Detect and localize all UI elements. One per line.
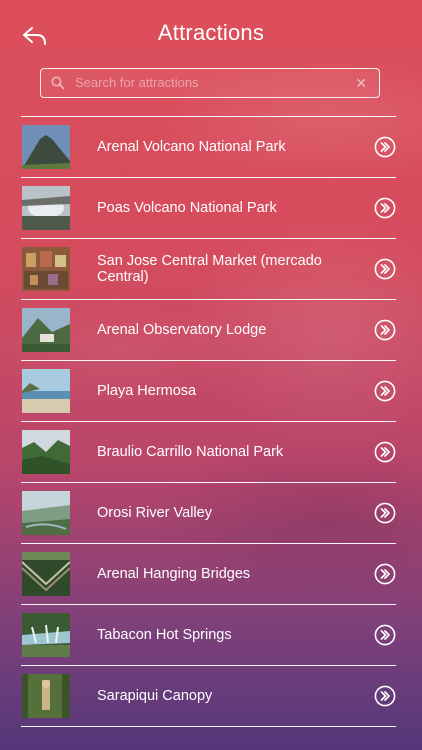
double-chevron-icon [374,563,396,585]
chevron-right-icon[interactable] [374,136,396,158]
list-item[interactable]: Orosi River Valley [0,482,422,543]
list-item[interactable]: San Jose Central Market (mercado Central… [0,238,422,299]
thumbnail-image [22,308,70,352]
list-item[interactable]: Arenal Volcano National Park [0,116,422,177]
attraction-thumbnail [22,613,70,657]
attraction-name: Braulio Carrillo National Park [97,443,284,460]
thumbnail-image [22,247,70,291]
search-input[interactable] [75,69,345,96]
double-chevron-icon [374,624,396,646]
header: Attractions [0,0,422,64]
search-bar[interactable]: ✕ [40,68,380,98]
chevron-right-icon[interactable] [374,197,396,219]
double-chevron-icon [374,319,396,341]
double-chevron-icon [374,258,396,280]
attraction-thumbnail [22,369,70,413]
attraction-thumbnail [22,674,70,718]
attraction-name: San Jose Central Market (mercado Central… [97,252,322,285]
thumbnail-image [22,491,70,535]
list-item[interactable]: Poas Volcano National Park [0,177,422,238]
divider [21,726,396,727]
double-chevron-icon [374,136,396,158]
chevron-right-icon[interactable] [374,685,396,707]
chevron-right-icon[interactable] [374,380,396,402]
attraction-name: Orosi River Valley [97,504,212,521]
thumbnail-image [22,186,70,230]
attraction-name: Tabacon Hot Springs [97,626,232,643]
double-chevron-icon [374,380,396,402]
search-icon [51,76,65,90]
attraction-thumbnail [22,125,70,169]
list-item[interactable]: Arenal Hanging Bridges [0,543,422,604]
attraction-name: Sarapiqui Canopy [97,687,213,704]
attraction-thumbnail [22,552,70,596]
chevron-right-icon[interactable] [374,319,396,341]
chevron-right-icon[interactable] [374,624,396,646]
thumbnail-image [22,552,70,596]
attraction-name: Arenal Observatory Lodge [97,321,267,338]
page-title: Attractions [157,20,265,45]
list-item[interactable]: Sarapiqui Canopy [0,665,422,726]
attraction-thumbnail [22,491,70,535]
thumbnail-image [22,430,70,474]
list-item[interactable]: Arenal Observatory Lodge [0,299,422,360]
list-item[interactable]: Tabacon Hot Springs [0,604,422,665]
thumbnail-image [22,674,70,718]
chevron-right-icon[interactable] [374,563,396,585]
list-item[interactable]: Playa Hermosa [0,360,422,421]
double-chevron-icon [374,441,396,463]
attraction-thumbnail [22,186,70,230]
attraction-thumbnail [22,430,70,474]
clear-search-icon[interactable]: ✕ [355,75,367,92]
attraction-name: Arenal Hanging Bridges [97,565,251,582]
attraction-thumbnail [22,247,70,291]
double-chevron-icon [374,502,396,524]
chevron-right-icon[interactable] [374,441,396,463]
attraction-thumbnail [22,308,70,352]
attraction-name: Playa Hermosa [97,382,197,399]
chevron-right-icon[interactable] [374,502,396,524]
double-chevron-icon [374,685,396,707]
thumbnail-image [22,613,70,657]
chevron-right-icon[interactable] [374,258,396,280]
attraction-name: Arenal Volcano National Park [97,138,286,155]
list-item[interactable]: Braulio Carrillo National Park [0,421,422,482]
attraction-name: Poas Volcano National Park [97,199,277,216]
thumbnail-image [22,369,70,413]
attractions-list: Arenal Volcano National Park Poas Volcano… [0,116,422,727]
thumbnail-image [22,125,70,169]
double-chevron-icon [374,197,396,219]
